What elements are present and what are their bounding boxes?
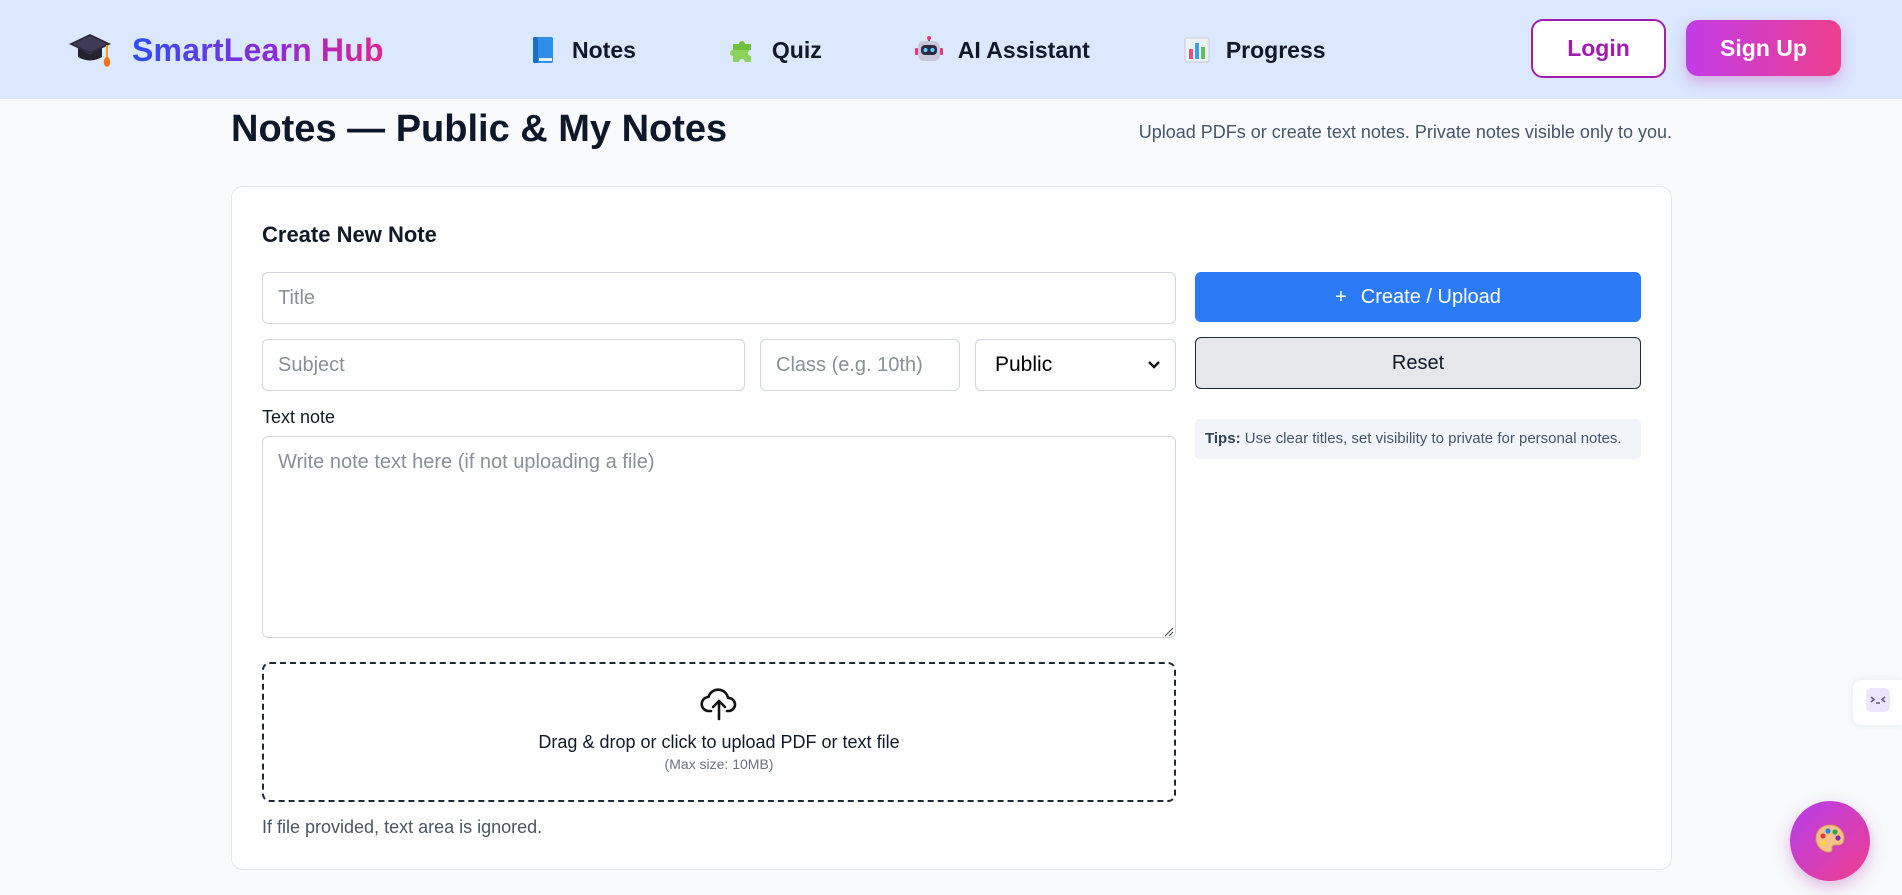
nav-progress-label: Progress [1225, 36, 1326, 63]
create-note-card: Create New Note Public Text note Drag & … [231, 186, 1672, 870]
nav-quiz[interactable]: Quiz [728, 35, 822, 65]
file-note: If file provided, text area is ignored. [262, 817, 543, 837]
brand-logo[interactable]: SmartLearn Hub [66, 28, 384, 72]
nav-notes-label: Notes [572, 36, 636, 63]
dropzone-hint: (Max size: 10MB) [664, 756, 774, 772]
robot-icon [914, 35, 944, 65]
class-input[interactable] [760, 339, 960, 391]
subject-input[interactable] [262, 339, 745, 391]
dropzone-text: Drag & drop or click to upload PDF or te… [538, 732, 900, 752]
puzzle-piece-icon [728, 35, 758, 65]
login-button[interactable]: Login [1531, 19, 1666, 78]
side-drawer-tab[interactable] [1853, 680, 1902, 725]
nav-ai-assistant-label: AI Assistant [957, 36, 1090, 63]
brand-name: SmartLearn Hub [132, 31, 384, 68]
text-note-textarea[interactable] [262, 436, 1176, 638]
tips-text: Use clear titles, set visibility to priv… [1240, 430, 1622, 447]
nav-notes[interactable]: Notes [528, 35, 636, 65]
page-subtitle: Upload PDFs or create text notes. Privat… [1138, 122, 1672, 142]
blue-book-icon [528, 35, 558, 65]
tips-label: Tips: [1205, 430, 1241, 447]
theme-palette-button[interactable] [1790, 801, 1870, 881]
tool-drawer-icon [1865, 687, 1891, 718]
title-input[interactable] [262, 272, 1176, 324]
nav-quiz-label: Quiz [771, 36, 822, 63]
visibility-selected-value: Public [995, 353, 1053, 376]
graduation-cap-icon [66, 28, 114, 72]
card-heading: Create New Note [262, 222, 437, 247]
main-nav: Notes Quiz AI Assistant Progress [528, 30, 1418, 70]
signup-button[interactable]: Sign Up [1686, 20, 1841, 76]
nav-progress[interactable]: Progress [1182, 35, 1326, 65]
top-navbar: SmartLearn Hub Notes Quiz AI Assistant P… [0, 0, 1902, 99]
chevron-down-icon [1147, 358, 1161, 372]
cloud-upload-icon [700, 684, 738, 722]
reset-button[interactable]: Reset [1195, 337, 1641, 389]
page-title: Notes — Public & My Notes [231, 108, 728, 150]
plus-icon: + [1335, 285, 1347, 308]
palette-icon [1813, 822, 1847, 861]
visibility-select[interactable]: Public [975, 339, 1176, 391]
file-dropzone[interactable]: Drag & drop or click to upload PDF or te… [262, 662, 1176, 802]
tips-box: Tips: Use clear titles, set visibility t… [1195, 419, 1641, 459]
text-note-label: Text note [262, 407, 336, 427]
create-upload-button[interactable]: + Create / Upload [1195, 272, 1641, 322]
bar-chart-icon [1182, 35, 1212, 65]
nav-ai-assistant[interactable]: AI Assistant [914, 35, 1090, 65]
resize-handle-icon[interactable] [1162, 624, 1174, 637]
create-upload-label: Create / Upload [1360, 285, 1501, 308]
